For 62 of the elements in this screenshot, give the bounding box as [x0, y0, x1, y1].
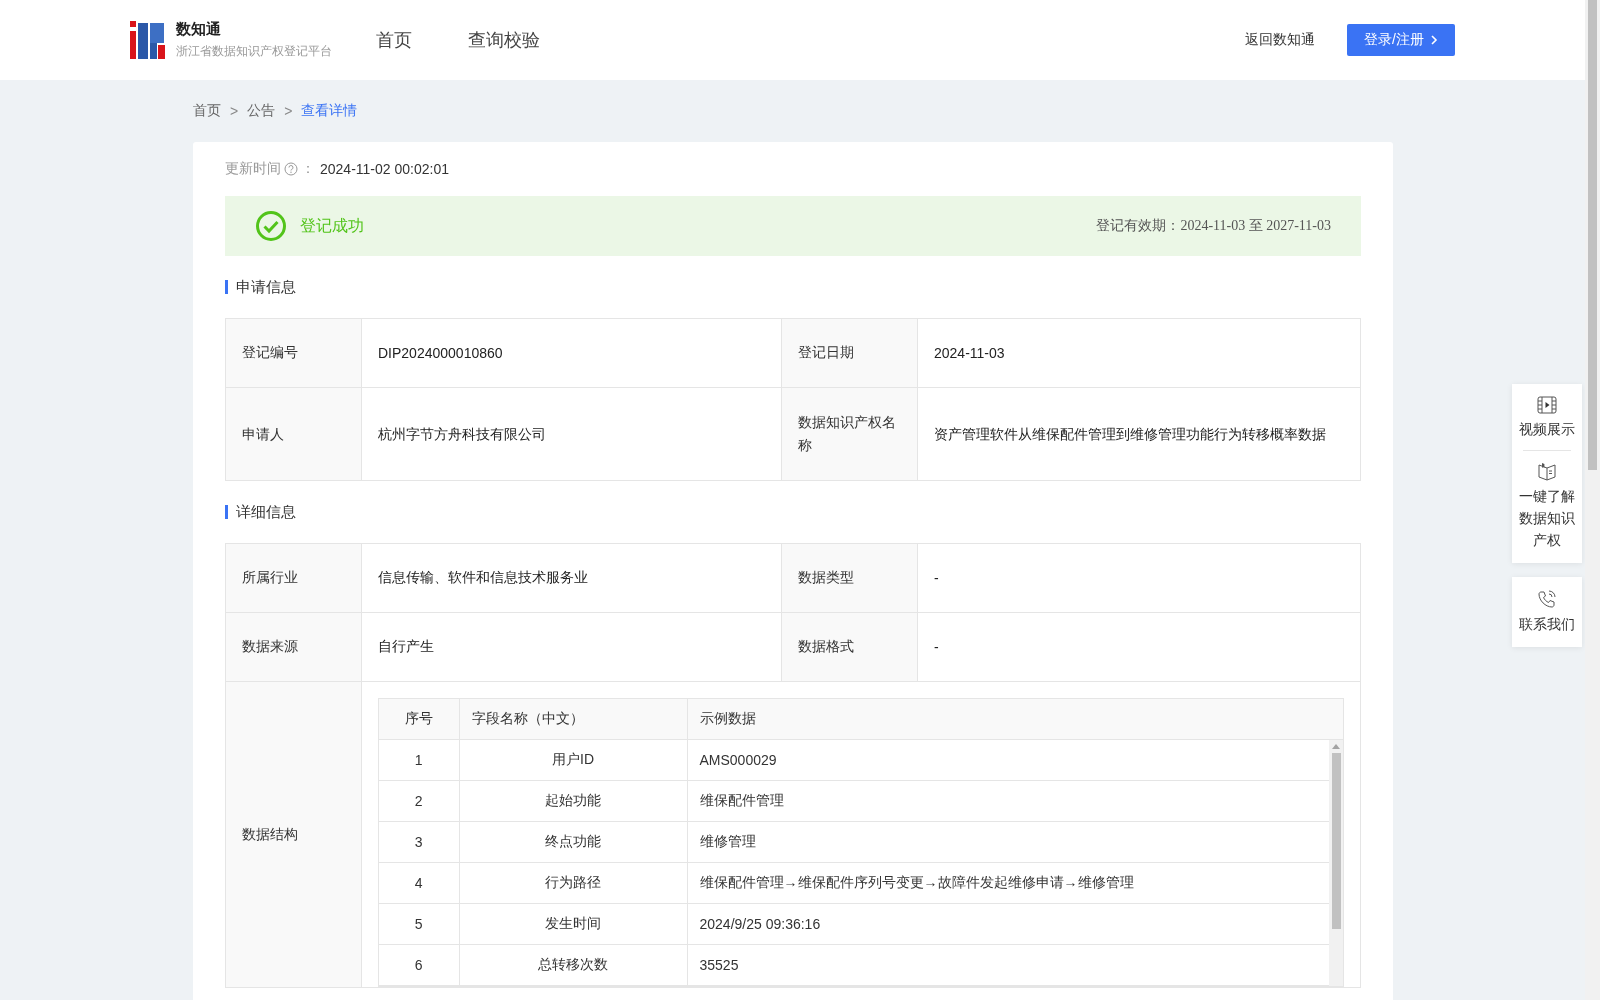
- logo-title: 数知通: [176, 20, 222, 39]
- table-cell: 行为路径: [459, 862, 687, 904]
- section-title: 申请信息: [225, 280, 1361, 294]
- breadcrumb-separator: >: [230, 103, 239, 119]
- phone-icon: [1537, 589, 1557, 609]
- logo-icon: [130, 21, 166, 59]
- table-cell: 信息传输、软件和信息技术服务业: [361, 543, 782, 613]
- help-icon: [284, 162, 298, 176]
- section-title: 详细信息: [225, 505, 1361, 519]
- table-cell: 所属行业: [225, 543, 362, 613]
- table-cell: 5: [379, 903, 459, 945]
- table-cell: 登记日期: [781, 318, 918, 388]
- logo-subtitle: 浙江省数据知识产权登记平台: [176, 43, 332, 60]
- table-cell: 数据来源: [225, 612, 362, 682]
- table-cell: 终点功能: [459, 821, 687, 863]
- breadcrumb-separator: >: [284, 103, 293, 119]
- table-cell: DIP2024000010860: [361, 318, 782, 388]
- table-cell: 资产管理软件从维保配件管理到维修管理功能行为转移概率数据: [917, 387, 1361, 481]
- column-header: 字段名称（中文）: [459, 699, 687, 740]
- table-cell: 1: [379, 739, 459, 781]
- table-cell: 3: [379, 821, 459, 863]
- update-label: 更新时间: [225, 160, 281, 178]
- update-time: 2024-11-02 00:02:01: [320, 161, 449, 177]
- page-scrollbar[interactable]: [1585, 0, 1600, 1000]
- book-icon: [1537, 461, 1557, 481]
- column-header: 序号: [379, 699, 459, 740]
- table-cell: 申请人: [225, 387, 362, 481]
- nav-link[interactable]: 查询校验: [468, 28, 540, 52]
- status-text: 登记成功: [300, 215, 364, 236]
- scrollbar[interactable]: [1329, 740, 1343, 986]
- breadcrumb-link[interactable]: 公告: [247, 102, 276, 120]
- table-cell: 数据格式: [781, 612, 918, 682]
- table-cell: -: [917, 612, 1361, 682]
- breadcrumb-link[interactable]: 首页: [193, 102, 221, 120]
- breadcrumb-link[interactable]: 查看详情: [301, 102, 358, 120]
- table-cell: 登记编号: [225, 318, 362, 388]
- table-cell: 杭州字节方舟科技有限公司: [361, 387, 782, 481]
- login-button[interactable]: 登录/注册: [1347, 24, 1455, 56]
- table-cell: 数据类型: [781, 543, 918, 613]
- table-cell: 2024-11-03: [917, 318, 1361, 388]
- back-link[interactable]: 返回数知通: [1245, 31, 1315, 49]
- nav-link[interactable]: 首页: [376, 28, 412, 52]
- table-cell: 发生时间: [459, 903, 687, 945]
- colon: ：: [301, 160, 315, 178]
- table-cell: 数据知识产权名称: [781, 387, 918, 481]
- table-cell: 自行产生: [361, 612, 782, 682]
- table-cell: 2: [379, 780, 459, 822]
- table-cell: 用户ID: [459, 739, 687, 781]
- chevron-icon: [1429, 34, 1438, 46]
- column-header: 示例数据: [687, 699, 1343, 740]
- validity-label: 登记有效期：: [1096, 217, 1181, 235]
- table-cell: 数据结构: [225, 681, 362, 988]
- side-link[interactable]: 视频展示: [1512, 394, 1582, 442]
- validity-period: 2024-11-03 至 2027-11-03: [1180, 217, 1331, 235]
- table-cell: 4: [379, 862, 459, 904]
- table-cell: 6: [379, 944, 459, 986]
- film-icon: [1537, 396, 1557, 414]
- table-cell: 起始功能: [459, 780, 687, 822]
- side-link[interactable]: 一键了解数据知识产权: [1512, 459, 1582, 553]
- table-cell: 总转移次数: [459, 944, 687, 986]
- table-cell: -: [917, 543, 1361, 613]
- side-link[interactable]: 联系我们: [1512, 587, 1582, 637]
